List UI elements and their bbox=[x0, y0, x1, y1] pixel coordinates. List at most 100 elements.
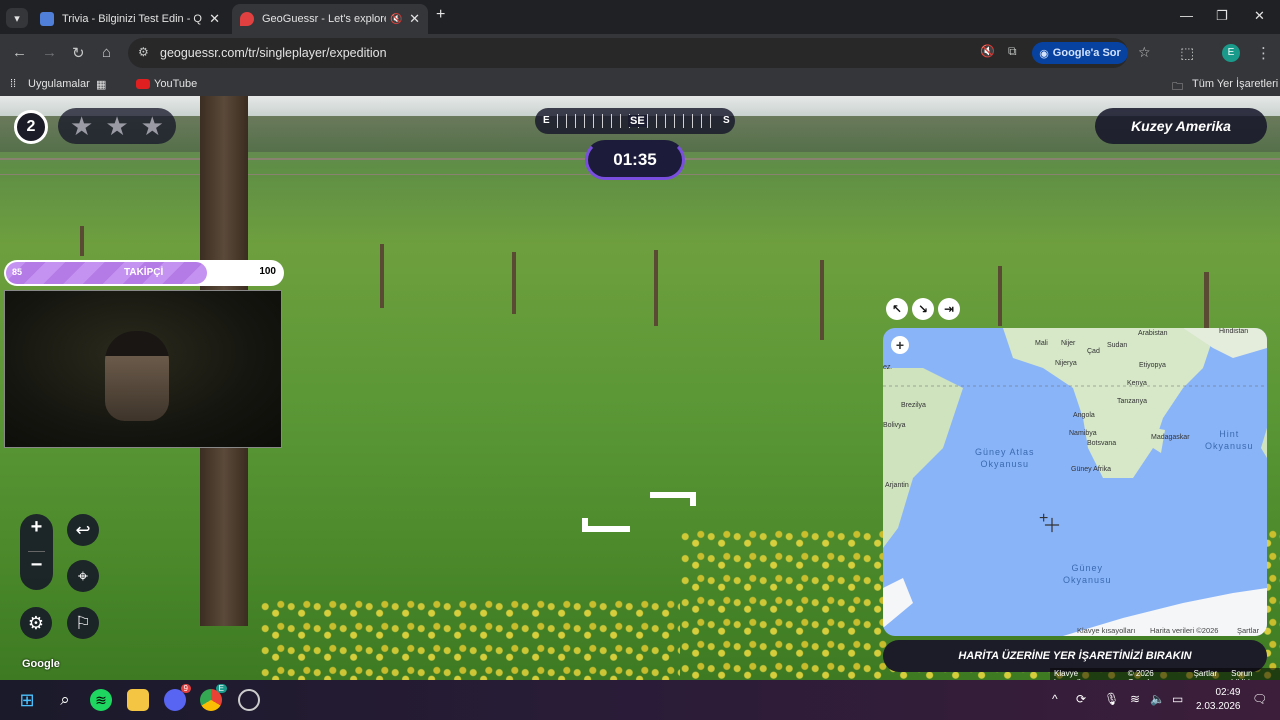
discord-badge: 9 bbox=[180, 684, 191, 693]
bookmark-star-icon[interactable]: ☆ bbox=[1138, 44, 1151, 61]
geoguessr-favicon-icon bbox=[240, 12, 254, 26]
google-sor-label: Google'a Sor bbox=[1052, 47, 1121, 59]
zoom-in-button[interactable]: + bbox=[20, 516, 53, 539]
map-shrink-icon[interactable]: ↘ bbox=[912, 298, 934, 320]
sv-attr-terms[interactable]: Şartlar bbox=[1194, 669, 1218, 679]
star-icon: ★ bbox=[70, 110, 94, 141]
settings-button[interactable]: ⚙ bbox=[20, 607, 52, 639]
address-bar[interactable]: ⚙ geoguessr.com/tr/singleplayer/expediti… bbox=[128, 38, 1151, 68]
profile-avatar[interactable]: E bbox=[1222, 44, 1240, 62]
ocean-label-indian: Hint Okyanusu bbox=[1205, 429, 1254, 451]
sound-off-icon[interactable]: 🔇 bbox=[980, 44, 995, 58]
map-enlarge-icon[interactable]: ↖ bbox=[886, 298, 908, 320]
flag-button[interactable]: ⚐ bbox=[67, 607, 99, 639]
close-tab-icon[interactable]: ✕ bbox=[409, 11, 420, 27]
webcam-overlay bbox=[4, 290, 282, 448]
streamer-figure bbox=[105, 331, 169, 421]
sv-attr-keys[interactable]: Klavye kısayolları bbox=[1054, 669, 1114, 680]
apps-grid-icon[interactable]: ⁞⁞ bbox=[10, 78, 16, 90]
sync-icon[interactable]: ⟳ bbox=[1076, 692, 1086, 706]
guess-map[interactable]: + ez. Arabistan Hindistan Mali Nijer Çad… bbox=[883, 328, 1267, 636]
minimize-button[interactable]: — bbox=[1180, 8, 1193, 23]
compass-dir-right: S bbox=[723, 115, 730, 126]
move-arrow[interactable] bbox=[650, 492, 696, 506]
close-window-button[interactable]: ✕ bbox=[1254, 8, 1265, 24]
map-label: Çad bbox=[1087, 348, 1100, 355]
map-attr-keys[interactable]: Klavye kısayolları bbox=[1077, 626, 1135, 635]
google-logo: Google bbox=[22, 658, 60, 670]
notifications-icon[interactable]: 🗨 bbox=[1252, 692, 1267, 706]
streetview-panorama[interactable]: 2 ★ ★ ★ E SE S 01:35 Kuzey Amerika 85 TA… bbox=[0, 96, 1280, 680]
map-label: Arjantin bbox=[885, 482, 909, 489]
wifi-icon[interactable]: ≋ bbox=[1130, 692, 1140, 706]
gear-icon: ⚙ bbox=[27, 612, 45, 633]
trivia-favicon-icon bbox=[40, 12, 54, 26]
forward-icon[interactable]: → bbox=[42, 44, 57, 61]
windows-start-icon[interactable]: ⊞ bbox=[16, 689, 38, 711]
discord-icon[interactable]: 9 bbox=[164, 684, 191, 711]
tab-title: Trivia - Bilginizi Test Edin - Quiz bbox=[62, 13, 202, 25]
map-label: Namibya bbox=[1069, 430, 1097, 437]
obs-icon[interactable] bbox=[238, 689, 260, 711]
bookmark-all[interactable]: Tüm Yer İşaretleri bbox=[1192, 78, 1278, 90]
map-label: ez. bbox=[883, 364, 893, 371]
folder-icon: 🗀 bbox=[1172, 81, 1183, 93]
file-explorer-icon[interactable] bbox=[127, 689, 149, 711]
menu-kebab-icon[interactable]: ⋮ bbox=[1256, 44, 1271, 62]
move-arrow[interactable] bbox=[582, 518, 630, 532]
map-crosshair-icon: + bbox=[1039, 510, 1049, 527]
clock-time: 02:49 bbox=[1215, 687, 1241, 698]
map-label: Etiyopya bbox=[1139, 362, 1166, 369]
extensions-icon[interactable]: ⬚ bbox=[1180, 44, 1194, 62]
search-icon[interactable]: ⌕ bbox=[54, 689, 76, 711]
maximize-button[interactable]: ❐ bbox=[1216, 8, 1228, 24]
bookmark-youtube[interactable]: YouTube bbox=[154, 78, 197, 90]
system-clock[interactable]: 02:49 2.03.2026 bbox=[1196, 686, 1241, 714]
new-tab-button[interactable]: + bbox=[436, 6, 445, 24]
install-app-icon[interactable]: ⧉ bbox=[1008, 44, 1017, 59]
fence-post bbox=[512, 252, 516, 314]
map-label: Botsvana bbox=[1087, 440, 1117, 447]
tab-geoguessr[interactable]: GeoGuessr - Let's explore th 🔇 ✕ bbox=[232, 4, 428, 34]
tab-trivia[interactable]: Trivia - Bilginizi Test Edin - Quiz ✕ bbox=[32, 4, 228, 34]
return-to-start-button[interactable]: ⌖ bbox=[67, 560, 99, 592]
map-label: Arabistan bbox=[1138, 330, 1168, 337]
browser-toolbar: ← → ↻ ⌂ ⚙ geoguessr.com/tr/singleplayer/… bbox=[0, 34, 1280, 72]
zoom-out-button[interactable]: − bbox=[20, 554, 53, 577]
sv-attr-report[interactable]: Sorun bildirin bbox=[1231, 669, 1276, 680]
tray-expand-icon[interactable]: ^ bbox=[1052, 692, 1058, 706]
back-icon[interactable]: ← bbox=[12, 44, 27, 61]
star-icon: ★ bbox=[105, 110, 129, 141]
battery-icon[interactable]: ▭ bbox=[1172, 692, 1183, 706]
tab-groups-icon[interactable]: ▦ bbox=[96, 78, 106, 91]
map-attr-terms[interactable]: Şartlar bbox=[1237, 626, 1259, 635]
home-icon[interactable]: ⌂ bbox=[102, 44, 111, 61]
compass-dir-center: SE bbox=[628, 115, 647, 127]
close-tab-icon[interactable]: ✕ bbox=[209, 11, 220, 27]
map-label: Nijerya bbox=[1055, 360, 1077, 367]
muted-audio-icon[interactable]: 🔇 bbox=[390, 14, 402, 25]
spotify-icon[interactable]: ≋ bbox=[90, 689, 112, 711]
chrome-icon[interactable]: E bbox=[200, 684, 227, 711]
movement-arrows[interactable] bbox=[580, 488, 700, 536]
reload-icon[interactable]: ↻ bbox=[72, 44, 85, 62]
flowers bbox=[260, 600, 680, 680]
map-pin-icon[interactable]: ⇥ bbox=[938, 298, 960, 320]
site-info-icon[interactable]: ⚙ bbox=[138, 45, 149, 59]
map-label: Sudan bbox=[1107, 342, 1128, 349]
round-timer: 01:35 bbox=[585, 140, 685, 180]
fence-post bbox=[820, 260, 824, 340]
tab-search-button[interactable]: ▾ bbox=[6, 8, 28, 28]
url-text[interactable]: geoguessr.com/tr/singleplayer/expedition bbox=[160, 46, 387, 60]
map-attr-data: Harita verileri ©2026 bbox=[1150, 626, 1219, 635]
google-sor-button[interactable]: ◉ Google'a Sor bbox=[1032, 42, 1128, 64]
undo-move-button[interactable]: ↩ bbox=[67, 514, 99, 546]
microphone-icon[interactable]: 🎙 bbox=[1104, 692, 1119, 706]
map-zoom-in-button[interactable]: + bbox=[891, 336, 909, 354]
youtube-icon bbox=[136, 79, 150, 89]
follower-progress: 85 TAKİPÇİ 100 bbox=[4, 260, 284, 286]
map-label: Brezilya bbox=[901, 402, 926, 409]
volume-icon[interactable]: 🔈 bbox=[1150, 692, 1165, 706]
sv-attr-copy: © 2026 Google bbox=[1127, 669, 1154, 680]
bookmark-apps[interactable]: Uygulamalar bbox=[28, 78, 90, 90]
